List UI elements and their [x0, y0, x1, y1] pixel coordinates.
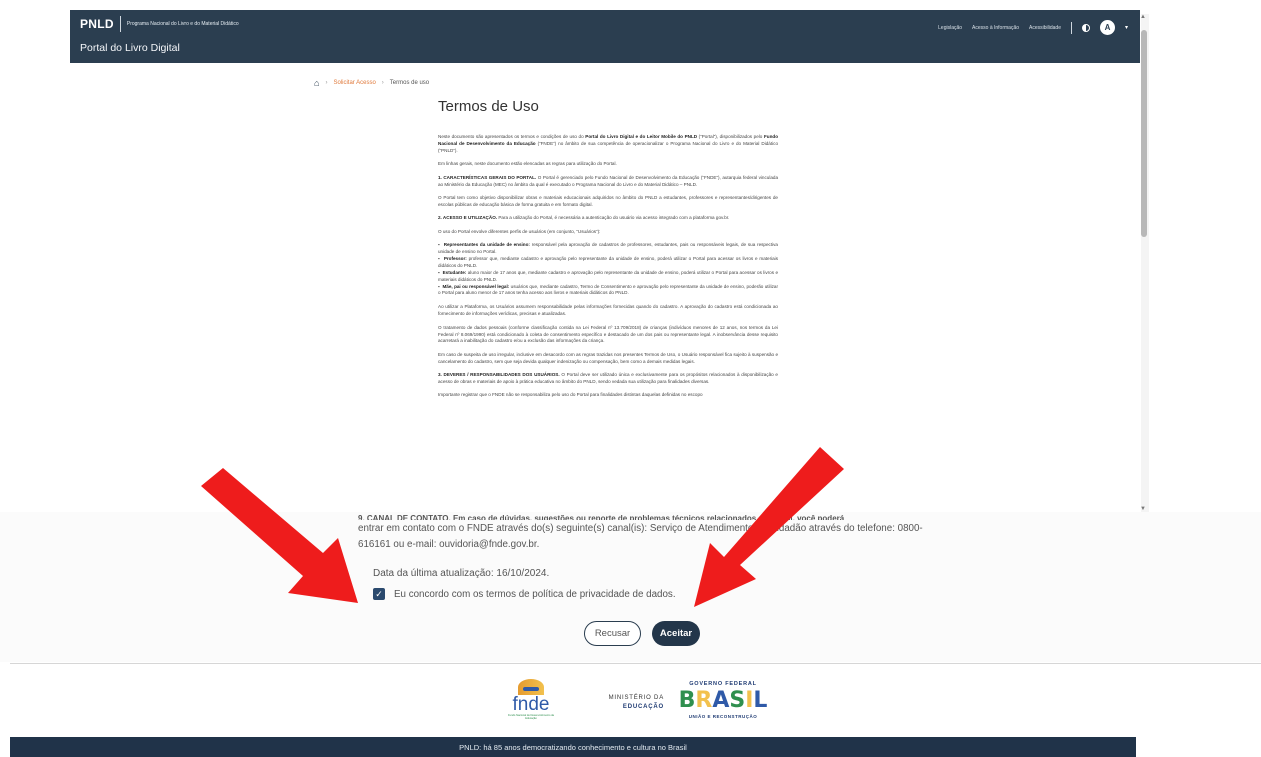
mec-line1: MINISTÉRIO DA: [608, 695, 664, 701]
scroll-up-icon[interactable]: ▲: [1140, 14, 1146, 20]
terms-paragraph: O uso do Portal envolve diferentes perfi…: [438, 228, 601, 234]
gov-bottom-text: UNIÃO E RECONSTRUÇÃO: [688, 714, 758, 719]
link-acesso-informacao[interactable]: Acesso à Informação: [972, 25, 1019, 31]
terms-paragraph: 2. ACESSO E UTILIZAÇÃO. Para a utilizaçã…: [438, 215, 730, 221]
contact-text: entrar em contato com o FNDE através do(…: [358, 523, 923, 550]
terms-paragraph: Neste documento são apresentados os term…: [438, 134, 779, 153]
terms-bullets: ▪ Representantes da unidade de ensino: r…: [438, 242, 778, 296]
gov-federal-logo: GOVERNO FEDERAL BRASIL UNIÃO E RECONSTRU…: [672, 681, 774, 731]
terms-paragraph: 1. CARACTERÍSTICAS GERAIS DO PORTAL. O P…: [438, 174, 778, 187]
terms-paragraph: Ao utilizar a Plataforma, os Usuários as…: [438, 304, 778, 317]
terms-body: Neste documento são apresentados os term…: [438, 134, 778, 406]
header-actions: Legislação Acesso à Informação Acessibil…: [938, 20, 1128, 35]
terms-paragraph: Em caso de suspeita de uso irregular, in…: [438, 351, 778, 364]
accept-button[interactable]: Aceitar: [652, 621, 700, 646]
breadcrumb-separator-icon: ›: [325, 80, 328, 86]
terms-paragraph: 3. DEVERES / RESPONSABILIDADES DOS USUÁR…: [438, 372, 778, 385]
brand-subtitle: Programa Nacional do Livro e do Material…: [126, 21, 239, 27]
header-divider: [1070, 21, 1072, 34]
red-arrow-left-icon: [201, 468, 358, 603]
terms-paragraph: O Portal tem como objetivo disponibiliza…: [438, 194, 778, 207]
breadcrumb: ⌂ › Solicitar Acesso › Termos de uso: [314, 78, 429, 88]
refuse-button[interactable]: Recusar: [584, 621, 641, 646]
mec-logo: MINISTÉRIO DA EDUCAÇÃO: [578, 694, 664, 712]
gov-brasil-wordmark: BRASIL: [678, 688, 768, 713]
page-title: Termos de Uso: [438, 98, 539, 115]
fnde-wordmark: fnde: [512, 694, 550, 715]
terms-paragraph: Importante registrar que o FNDE não se r…: [438, 392, 703, 398]
last-update: Data da última atualização: 16/10/2024.: [373, 568, 550, 579]
top-header: PNLD Programa Nacional do Livro e do Mat…: [70, 10, 1140, 63]
agree-row[interactable]: ✓ Eu concordo com os termos de política …: [373, 588, 676, 600]
page: PNLD Programa Nacional do Livro e do Mat…: [0, 0, 1261, 757]
fnde-logo: fnde Fundo Nacional de Desenvolvimento d…: [507, 679, 555, 731]
fnde-tagline: Fundo Nacional de Desenvolvimento da Edu…: [508, 714, 554, 720]
browser-content: PNLD Programa Nacional do Livro e do Mat…: [70, 10, 1140, 512]
footer-text: PNLD: há 85 anos democratizando conhecim…: [459, 742, 687, 752]
link-legislacao[interactable]: Legislação: [938, 25, 962, 31]
user-avatar[interactable]: A: [1099, 20, 1115, 35]
red-arrow-right-icon: [694, 447, 844, 607]
chevron-down-icon[interactable]: ▾: [1125, 24, 1128, 31]
pnld-logo[interactable]: PNLD: [80, 17, 114, 31]
brand-separator: [119, 16, 121, 32]
breadcrumb-separator-icon: ›: [381, 80, 384, 86]
agree-label[interactable]: Eu concordo com os termos de política de…: [394, 589, 676, 600]
footer-bar: PNLD: há 85 anos democratizando conhecim…: [10, 737, 1136, 757]
link-acessibilidade[interactable]: Acessibilidade: [1029, 25, 1061, 31]
scrollbar-thumb[interactable]: [1141, 30, 1147, 237]
breadcrumb-termos-de-uso: Termos de uso: [389, 80, 430, 86]
terms-cut-line: 9. CANAL DE CONTATO. Em caso de dúvidas,…: [358, 514, 845, 520]
terms-paragraph: O tratamento de dados pessoais (conforme…: [438, 324, 778, 344]
terms-paragraph: Em linhas gerais, neste documento estão …: [438, 161, 617, 167]
gov-top-text: GOVERNO FEDERAL: [689, 681, 757, 687]
fnde-mark-icon: [518, 679, 544, 695]
portal-title: Portal do Livro Digital: [80, 42, 180, 54]
home-icon[interactable]: ⌂: [314, 78, 319, 88]
breadcrumb-solicitar-acesso[interactable]: Solicitar Acesso: [333, 80, 375, 86]
contrast-toggle-icon[interactable]: [1081, 23, 1090, 32]
mec-line2: EDUCAÇÃO: [622, 704, 664, 710]
